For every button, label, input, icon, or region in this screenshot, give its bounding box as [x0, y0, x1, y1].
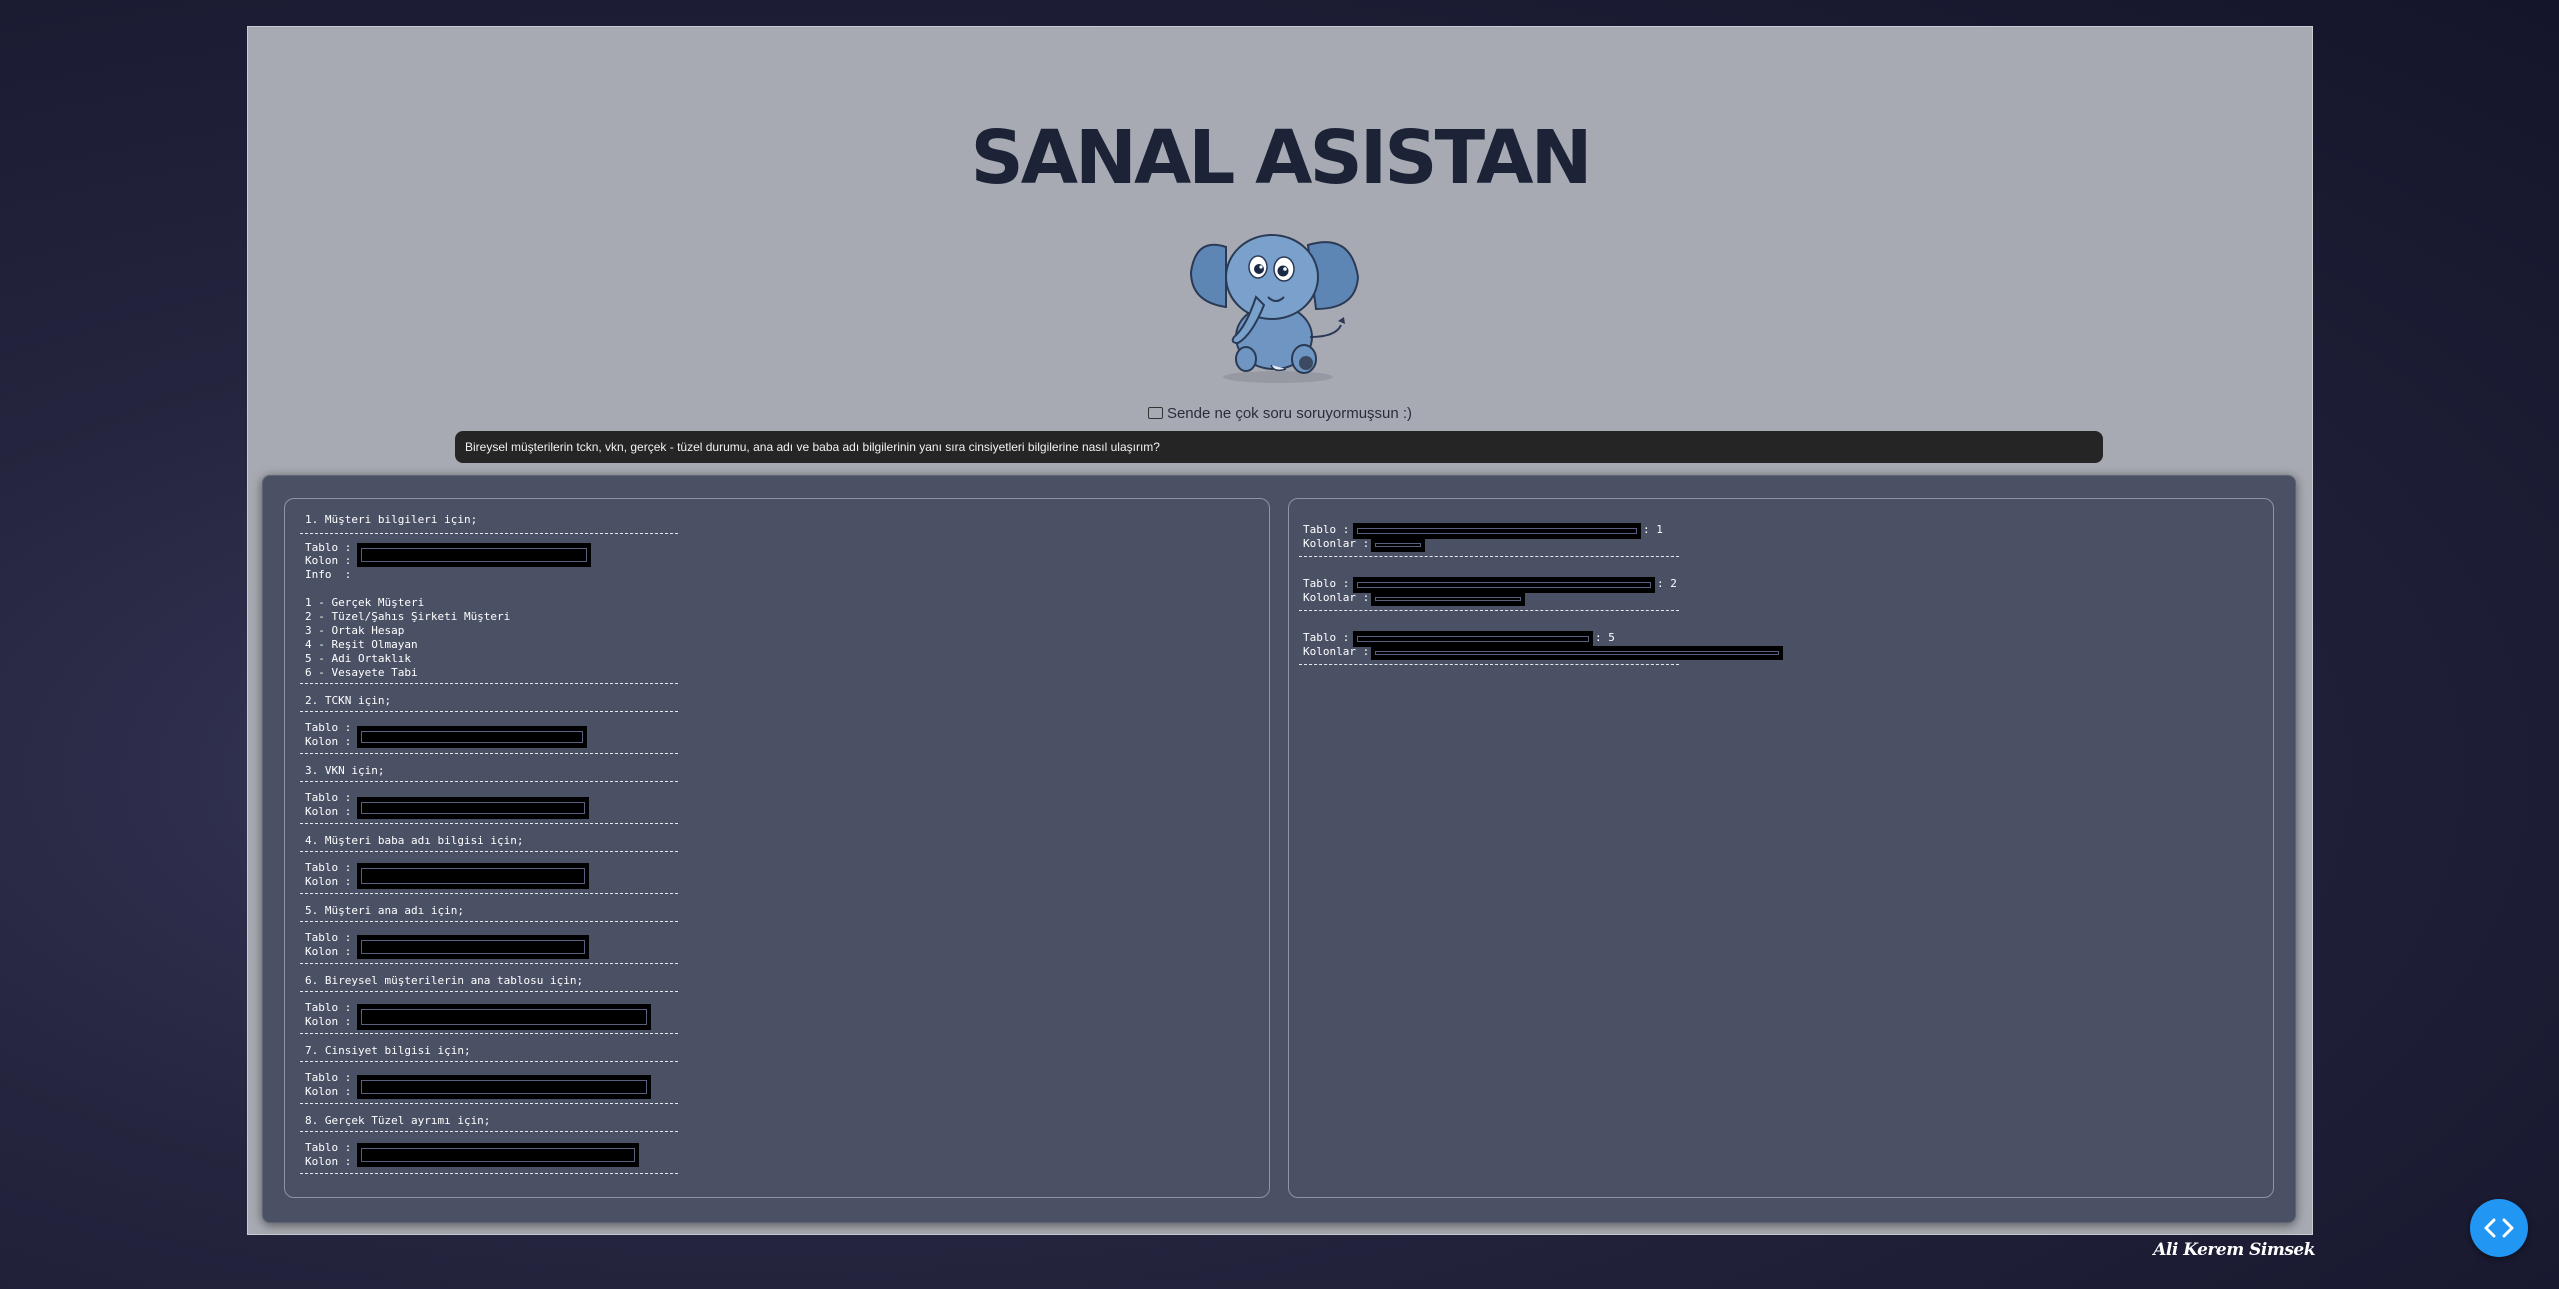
- tablo-label: Tablo :: [305, 1001, 352, 1014]
- tablo-label: Tablo :: [305, 1141, 352, 1154]
- divider: [300, 711, 678, 712]
- divider: [300, 753, 678, 754]
- info-list-item: 1 - Gerçek Müşteri: [305, 596, 425, 609]
- kolon-label: Kolon :: [305, 554, 352, 567]
- info-list-item: 4 - Reşit Olmayan: [305, 638, 418, 651]
- kolon-label: Kolon :: [305, 945, 352, 958]
- section-heading: 2. TCKN için;: [305, 694, 392, 707]
- divider: [300, 683, 678, 684]
- redaction: [1371, 592, 1525, 606]
- divider: [300, 1103, 678, 1104]
- redaction: [1371, 646, 1783, 660]
- tablo-label: Tablo :: [305, 791, 352, 804]
- app-frame: SANAL ASISTAN Sende ne çok soru soruyorm…: [247, 26, 2313, 1235]
- divider: [300, 1061, 678, 1062]
- divider: [1299, 664, 1679, 665]
- chat-bubble-icon: [1147, 407, 1163, 419]
- tablo-label: Tablo :: [305, 541, 352, 554]
- kolon-label: Kolon :: [305, 1015, 352, 1028]
- kolon-label: Kolon :: [305, 1085, 352, 1098]
- divider: [300, 781, 678, 782]
- redaction: [357, 726, 587, 748]
- info-list-item: 5 - Adi Ortaklık: [305, 652, 411, 665]
- kolon-label: Kolon :: [305, 735, 352, 748]
- divider: [300, 823, 678, 824]
- section-heading: 3. VKN için;: [305, 764, 385, 777]
- tablo-label: Tablo :: [305, 931, 352, 944]
- section-heading: 5. Müşteri ana adı için;: [305, 904, 464, 917]
- info-list-item: 6 - Vesayete Tabi: [305, 666, 418, 679]
- tablo-label: Tablo :: [1303, 631, 1350, 644]
- info-label: Info :: [305, 568, 352, 581]
- kolon-label: Kolon :: [305, 1155, 352, 1168]
- count-suffix: : 5: [1595, 631, 1615, 644]
- divider: [300, 851, 678, 852]
- redaction: [1353, 631, 1593, 647]
- view-source-button[interactable]: [2470, 1199, 2528, 1257]
- tablo-label: Tablo :: [305, 1071, 352, 1084]
- divider: [300, 963, 678, 964]
- divider: [300, 1131, 678, 1132]
- author-signature: Ali Kerem Simsek: [2153, 1240, 2315, 1260]
- redaction: [357, 1004, 651, 1030]
- redaction: [357, 863, 589, 889]
- left-result-panel: 1. Müşteri bilgileri için; Tablo : Kolon…: [284, 498, 1270, 1198]
- redaction: [357, 935, 589, 959]
- kolonlar-label: Kolonlar :: [1303, 591, 1370, 604]
- tablo-label: Tablo :: [1303, 523, 1350, 536]
- subtitle: Sende ne çok soru soruyormuşsun :): [248, 405, 2312, 422]
- elephant-mascot-image: [1189, 234, 1360, 383]
- section-heading: 1. Müşteri bilgileri için;: [305, 513, 478, 526]
- tablo-label: Tablo :: [1303, 577, 1350, 590]
- kolonlar-label: Kolonlar :: [1303, 537, 1370, 550]
- right-result-panel: Tablo : : 1 Kolonlar : Tablo : : 2 Kolon…: [1288, 498, 2274, 1198]
- divider: [300, 1173, 678, 1174]
- divider: [300, 991, 678, 992]
- count-suffix: : 1: [1643, 523, 1663, 536]
- info-list-item: 2 - Tüzel/Şahıs Şirketi Müşteri: [305, 610, 511, 623]
- divider: [300, 1033, 678, 1034]
- divider: [1299, 610, 1679, 611]
- info-list-item: 3 - Ortak Hesap: [305, 624, 405, 637]
- redaction: [357, 543, 591, 567]
- kolon-label: Kolon :: [305, 875, 352, 888]
- divider: [300, 893, 678, 894]
- results-area: 1. Müşteri bilgileri için; Tablo : Kolon…: [262, 475, 2296, 1223]
- redaction: [357, 797, 589, 819]
- divider: [1299, 556, 1679, 557]
- question-input[interactable]: Bireysel müşterilerin tckn, vkn, gerçek …: [455, 431, 2103, 463]
- page-title: SANAL ASISTAN: [970, 115, 1592, 201]
- kolonlar-label: Kolonlar :: [1303, 645, 1370, 658]
- count-suffix: : 2: [1657, 577, 1677, 590]
- section-heading: 7. Cinsiyet bilgisi için;: [305, 1044, 471, 1057]
- redaction: [1371, 538, 1425, 552]
- subtitle-text: Sende ne çok soru soruyormuşsun :): [1166, 405, 1413, 422]
- redaction: [357, 1143, 639, 1167]
- tablo-label: Tablo :: [305, 861, 352, 874]
- kolon-label: Kolon :: [305, 805, 352, 818]
- section-heading: 4. Müşteri baba adı bilgisi için;: [305, 834, 524, 847]
- divider: [300, 921, 678, 922]
- section-heading: 8. Gerçek Tüzel ayrımı için;: [305, 1114, 491, 1127]
- divider: [300, 533, 678, 534]
- tablo-label: Tablo :: [305, 721, 352, 734]
- redaction: [357, 1075, 651, 1099]
- section-heading: 6. Bireysel müşterilerin ana tablosu içi…: [305, 974, 584, 987]
- redaction: [1353, 577, 1655, 593]
- code-icon: [2484, 1218, 2514, 1238]
- redaction: [1353, 523, 1641, 539]
